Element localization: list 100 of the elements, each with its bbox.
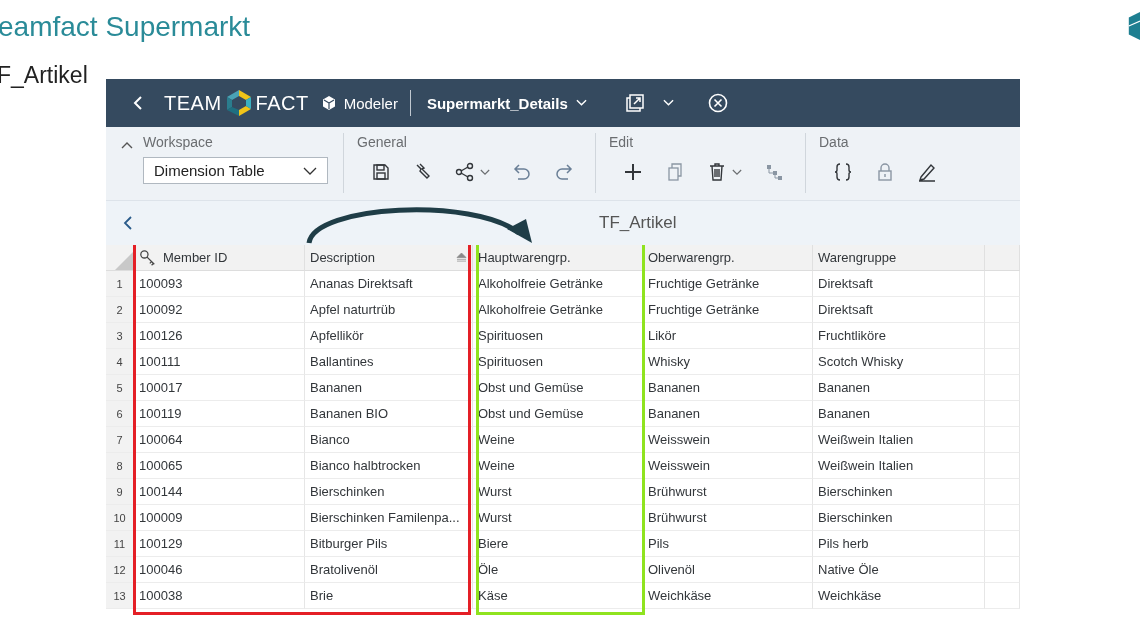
close-icon[interactable] xyxy=(707,93,728,113)
caret-icon xyxy=(575,99,587,107)
table-cell: Weißwein Italien xyxy=(813,453,985,479)
group-label: Data xyxy=(819,134,850,152)
table-cell: Weichkäse xyxy=(813,583,985,609)
table-cell: Whisky xyxy=(643,349,813,375)
row-number: 4 xyxy=(106,349,134,375)
table-cell: Scotch Whisky xyxy=(813,349,985,375)
table-cell: Weine xyxy=(473,427,643,453)
table-cell: 100111 xyxy=(134,349,305,375)
table-cell: Pils herb xyxy=(813,531,985,557)
table-cell: Bierschinken xyxy=(305,479,473,505)
table-cell: 100129 xyxy=(134,531,305,557)
row-number: 13 xyxy=(106,583,134,609)
table-cell: Bananen xyxy=(643,401,813,427)
table-cell: Apfellikör xyxy=(305,323,473,349)
group-label: Edit xyxy=(609,134,635,152)
column-header[interactable]: Member ID xyxy=(134,245,305,271)
external-window-icon[interactable] xyxy=(624,93,645,113)
logo-text: FACT xyxy=(255,91,309,115)
table-cell: Spirituosen xyxy=(473,323,643,349)
row-number: 12 xyxy=(106,557,134,583)
table-cell: Weine xyxy=(473,453,643,479)
table-cell: Direktsaft xyxy=(813,297,985,323)
slide-title: eamfact Supermarkt xyxy=(0,10,251,43)
collapse-icon[interactable] xyxy=(121,141,133,149)
table-cell: 100046 xyxy=(134,557,305,583)
table-cell: Weisswein xyxy=(643,453,813,479)
empty-cell xyxy=(985,453,1020,479)
table-cell: Alkoholfreie Getränke xyxy=(473,271,643,297)
empty-cell xyxy=(985,375,1020,401)
table-cell: 100009 xyxy=(134,505,305,531)
group-label: General xyxy=(357,134,408,152)
table-cell: Bianco xyxy=(305,427,473,453)
table-cell: Fruchtige Getränke xyxy=(643,271,813,297)
table-cell: Bierschinken xyxy=(813,479,985,505)
sort-icon[interactable] xyxy=(456,253,467,262)
table-cell: Brühwurst xyxy=(643,479,813,505)
empty-cell xyxy=(985,323,1020,349)
table-cell: 100065 xyxy=(134,453,305,479)
table-cell: Obst und Gemüse xyxy=(473,375,643,401)
table-cell: Weichkäse xyxy=(643,583,813,609)
row-number: 5 xyxy=(106,375,134,401)
empty-cell xyxy=(985,505,1020,531)
table-cell: Bianco halbtrocken xyxy=(305,453,473,479)
key-icon xyxy=(139,248,157,267)
empty-cell xyxy=(985,557,1020,583)
back-icon[interactable] xyxy=(132,95,144,111)
workspace-select[interactable]: Dimension Table xyxy=(143,157,328,184)
column-header[interactable]: Description xyxy=(305,245,473,271)
table-cell: Käse xyxy=(473,583,643,609)
table-cell: 100126 xyxy=(134,323,305,349)
table-cell: Direktsaft xyxy=(813,271,985,297)
table-cell: Weisswein xyxy=(643,427,813,453)
empty-cell xyxy=(985,349,1020,375)
table-title: TF_Artikel xyxy=(599,213,677,233)
empty-cell xyxy=(985,297,1020,323)
table-cell: Fruchtliköre xyxy=(813,323,985,349)
table-cell: Bananen BIO xyxy=(305,401,473,427)
table-cell: Alkoholfreie Getränke xyxy=(473,297,643,323)
table-cell: 100064 xyxy=(134,427,305,453)
table-cell: Native Öle xyxy=(813,557,985,583)
table-cell: Ballantines xyxy=(305,349,473,375)
empty-cell xyxy=(985,531,1020,557)
document-menu[interactable]: Supermarkt_Details xyxy=(426,94,587,112)
table-cell: Wurst xyxy=(473,479,643,505)
back-icon[interactable] xyxy=(122,215,134,231)
table-cell: 100038 xyxy=(134,583,305,609)
row-number: 2 xyxy=(106,297,134,323)
caret-icon xyxy=(303,166,317,175)
table-cell: Obst und Gemüse xyxy=(473,401,643,427)
table-cell: Bratolivenöl xyxy=(305,557,473,583)
table-cell: Ananas Direktsaft xyxy=(305,271,473,297)
table-cell: Bierschinken Familenpa... xyxy=(305,505,473,531)
table-cell: Wurst xyxy=(473,505,643,531)
row-number: 3 xyxy=(106,323,134,349)
row-number: 7 xyxy=(106,427,134,453)
table-cell: Olivenöl xyxy=(643,557,813,583)
column-header[interactable]: Oberwarengrp. xyxy=(643,245,813,271)
caret-icon[interactable] xyxy=(662,99,674,107)
table-cell: Öle xyxy=(473,557,643,583)
row-number: 6 xyxy=(106,401,134,427)
row-number: 10 xyxy=(106,505,134,531)
column-header[interactable]: Warengruppe xyxy=(813,245,985,271)
table-cell: Bierschinken xyxy=(813,505,985,531)
empty-cell xyxy=(985,271,1020,297)
cube-icon xyxy=(320,95,337,111)
empty-cell xyxy=(985,583,1020,609)
empty-cell xyxy=(985,401,1020,427)
table-cell: 100144 xyxy=(134,479,305,505)
table-cell: 100119 xyxy=(134,401,305,427)
row-number: 1 xyxy=(106,271,134,297)
empty-cell xyxy=(985,479,1020,505)
module-name: Modeler xyxy=(343,94,398,112)
table-cell: Fruchtige Getränke xyxy=(643,297,813,323)
table-cell: Bitburger Pils xyxy=(305,531,473,557)
table-cell: Brie xyxy=(305,583,473,609)
empty-cell xyxy=(985,427,1020,453)
table-cell: Pils xyxy=(643,531,813,557)
column-header[interactable]: Hauptwarengrp. xyxy=(473,245,643,271)
